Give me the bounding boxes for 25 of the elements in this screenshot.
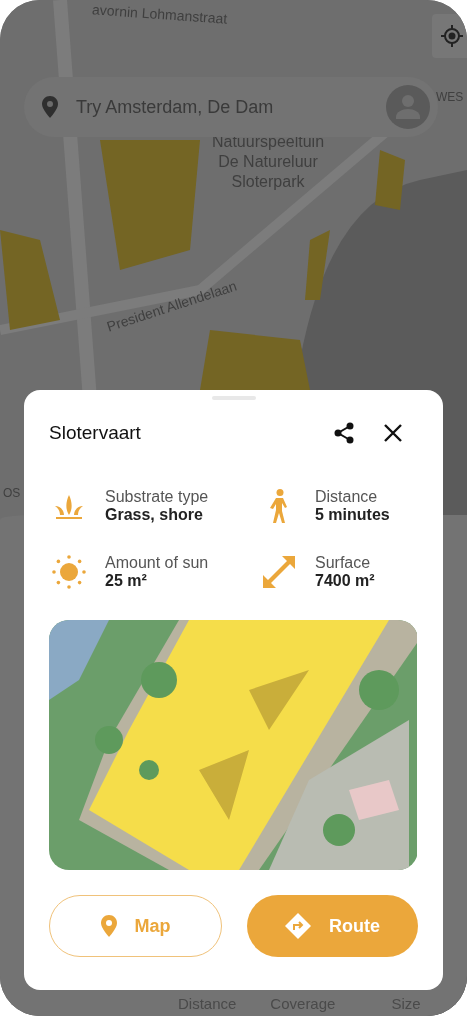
fact-value: 7400 m² — [315, 572, 375, 590]
fact-label: Amount of sun — [105, 554, 209, 572]
card-button[interactable]: Route — [247, 895, 418, 957]
card-button[interactable]: Map — [49, 895, 222, 957]
search-input[interactable]: Try Amsterdam, De Dam — [74, 95, 370, 119]
share-icon[interactable] — [334, 422, 354, 444]
park-area — [375, 150, 405, 210]
locate-icon — [440, 24, 464, 48]
fact-label: Surface — [315, 554, 372, 572]
park-area — [305, 230, 330, 300]
fact-label: Distance — [315, 488, 379, 506]
locate-button[interactable] — [432, 14, 467, 58]
card-title: Slotervaart — [49, 422, 141, 444]
fact-value: Grass, shore — [105, 506, 204, 524]
fact-value: 25 m² — [105, 572, 148, 590]
directions-icon — [285, 913, 311, 939]
sun-icon — [52, 555, 86, 589]
walking-person-icon — [268, 489, 290, 523]
fact-value: 5 minutes — [315, 506, 390, 524]
close-icon[interactable] — [384, 424, 402, 442]
fact-label: Substrate type — [105, 488, 209, 506]
location-pin-icon — [42, 96, 58, 118]
location-pin-icon — [100, 915, 117, 937]
diagonal-arrow-icon — [263, 556, 295, 588]
search-bar[interactable]: Try Amsterdam, De Dam — [24, 77, 438, 137]
